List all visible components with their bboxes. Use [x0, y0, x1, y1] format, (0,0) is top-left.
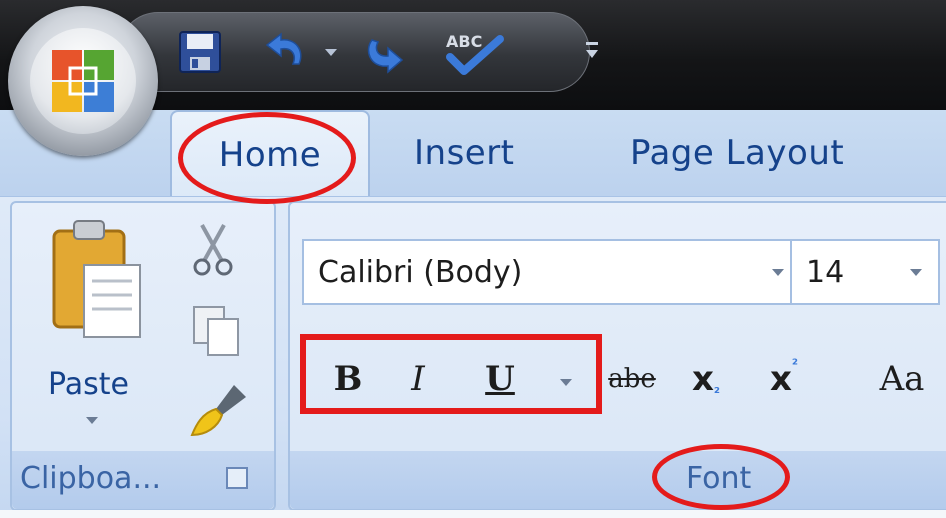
word-ribbon-window: ABC Home Insert Page Layout Paste Clipbo… [0, 0, 946, 518]
font-name-value: Calibri (Body) [318, 254, 523, 290]
document-area-edge [0, 510, 946, 518]
scissors-icon [193, 224, 233, 276]
undo-icon [265, 32, 302, 65]
spelling-check-icon: ABC [446, 32, 504, 75]
undo-dropdown-button[interactable] [319, 13, 343, 91]
redo-icon [367, 39, 404, 74]
tab-insert-label: Insert [414, 133, 515, 173]
strikethrough-label: abe [608, 364, 656, 394]
paste-label: Paste [48, 367, 129, 402]
office-logo-icon [52, 50, 114, 112]
font-size-dropdown-icon[interactable] [910, 269, 922, 276]
font-group-highlight-ellipse [652, 444, 790, 510]
superscript-marker: ² [791, 357, 799, 373]
save-icon [179, 31, 221, 73]
dropdown-arrow-icon [325, 49, 337, 56]
paste-button[interactable]: Paste [30, 217, 160, 427]
font-group-label-bar: Font [290, 451, 946, 509]
font-name-dropdown-icon[interactable] [772, 269, 784, 276]
change-case-button[interactable]: Aa [862, 349, 942, 409]
undo-button[interactable] [255, 13, 317, 91]
tab-insert[interactable]: Insert [414, 110, 554, 196]
tab-page-layout[interactable]: Page Layout [630, 110, 890, 196]
subscript-button[interactable]: x₂ [674, 349, 738, 409]
dialog-launcher-icon[interactable] [226, 467, 248, 489]
bold-italic-underline-highlight-box [300, 334, 602, 414]
superscript-label: x [769, 359, 792, 399]
font-name-combo[interactable]: Calibri (Body) [302, 239, 792, 305]
customize-toolbar-button[interactable] [574, 16, 610, 86]
home-tab-highlight-ellipse [178, 112, 356, 204]
cut-button[interactable] [188, 221, 244, 281]
svg-text:ABC: ABC [446, 32, 482, 51]
change-case-label: Aa [879, 359, 925, 399]
paste-icon [52, 220, 141, 338]
save-button[interactable] [165, 13, 235, 91]
format-painter-button[interactable] [188, 381, 254, 441]
customize-toolbar-icon [586, 42, 598, 58]
quick-access-toolbar: ABC [118, 12, 590, 92]
office-button[interactable] [8, 6, 158, 156]
superscript-button[interactable]: x² [752, 349, 816, 409]
subscript-label: x [691, 359, 714, 399]
tab-page-layout-label: Page Layout [630, 133, 845, 173]
font-size-combo[interactable]: 14 [790, 239, 940, 305]
clipboard-group-label: Clipboa... [20, 461, 162, 496]
copy-button[interactable] [188, 303, 248, 363]
office-orb-inner [30, 28, 136, 134]
subscript-marker: ₂ [713, 381, 721, 397]
paste-dropdown-icon[interactable] [86, 417, 98, 424]
strikethrough-button[interactable]: abe [600, 349, 664, 409]
redo-button[interactable] [355, 13, 415, 91]
clipboard-group-label-bar: Clipboa... [12, 451, 274, 509]
spelling-button[interactable]: ABC [437, 13, 511, 91]
format-painter-icon [190, 385, 246, 437]
copy-icon [193, 306, 239, 356]
font-size-value: 14 [806, 254, 845, 290]
clipboard-group: Paste Clipboa... [10, 201, 276, 511]
